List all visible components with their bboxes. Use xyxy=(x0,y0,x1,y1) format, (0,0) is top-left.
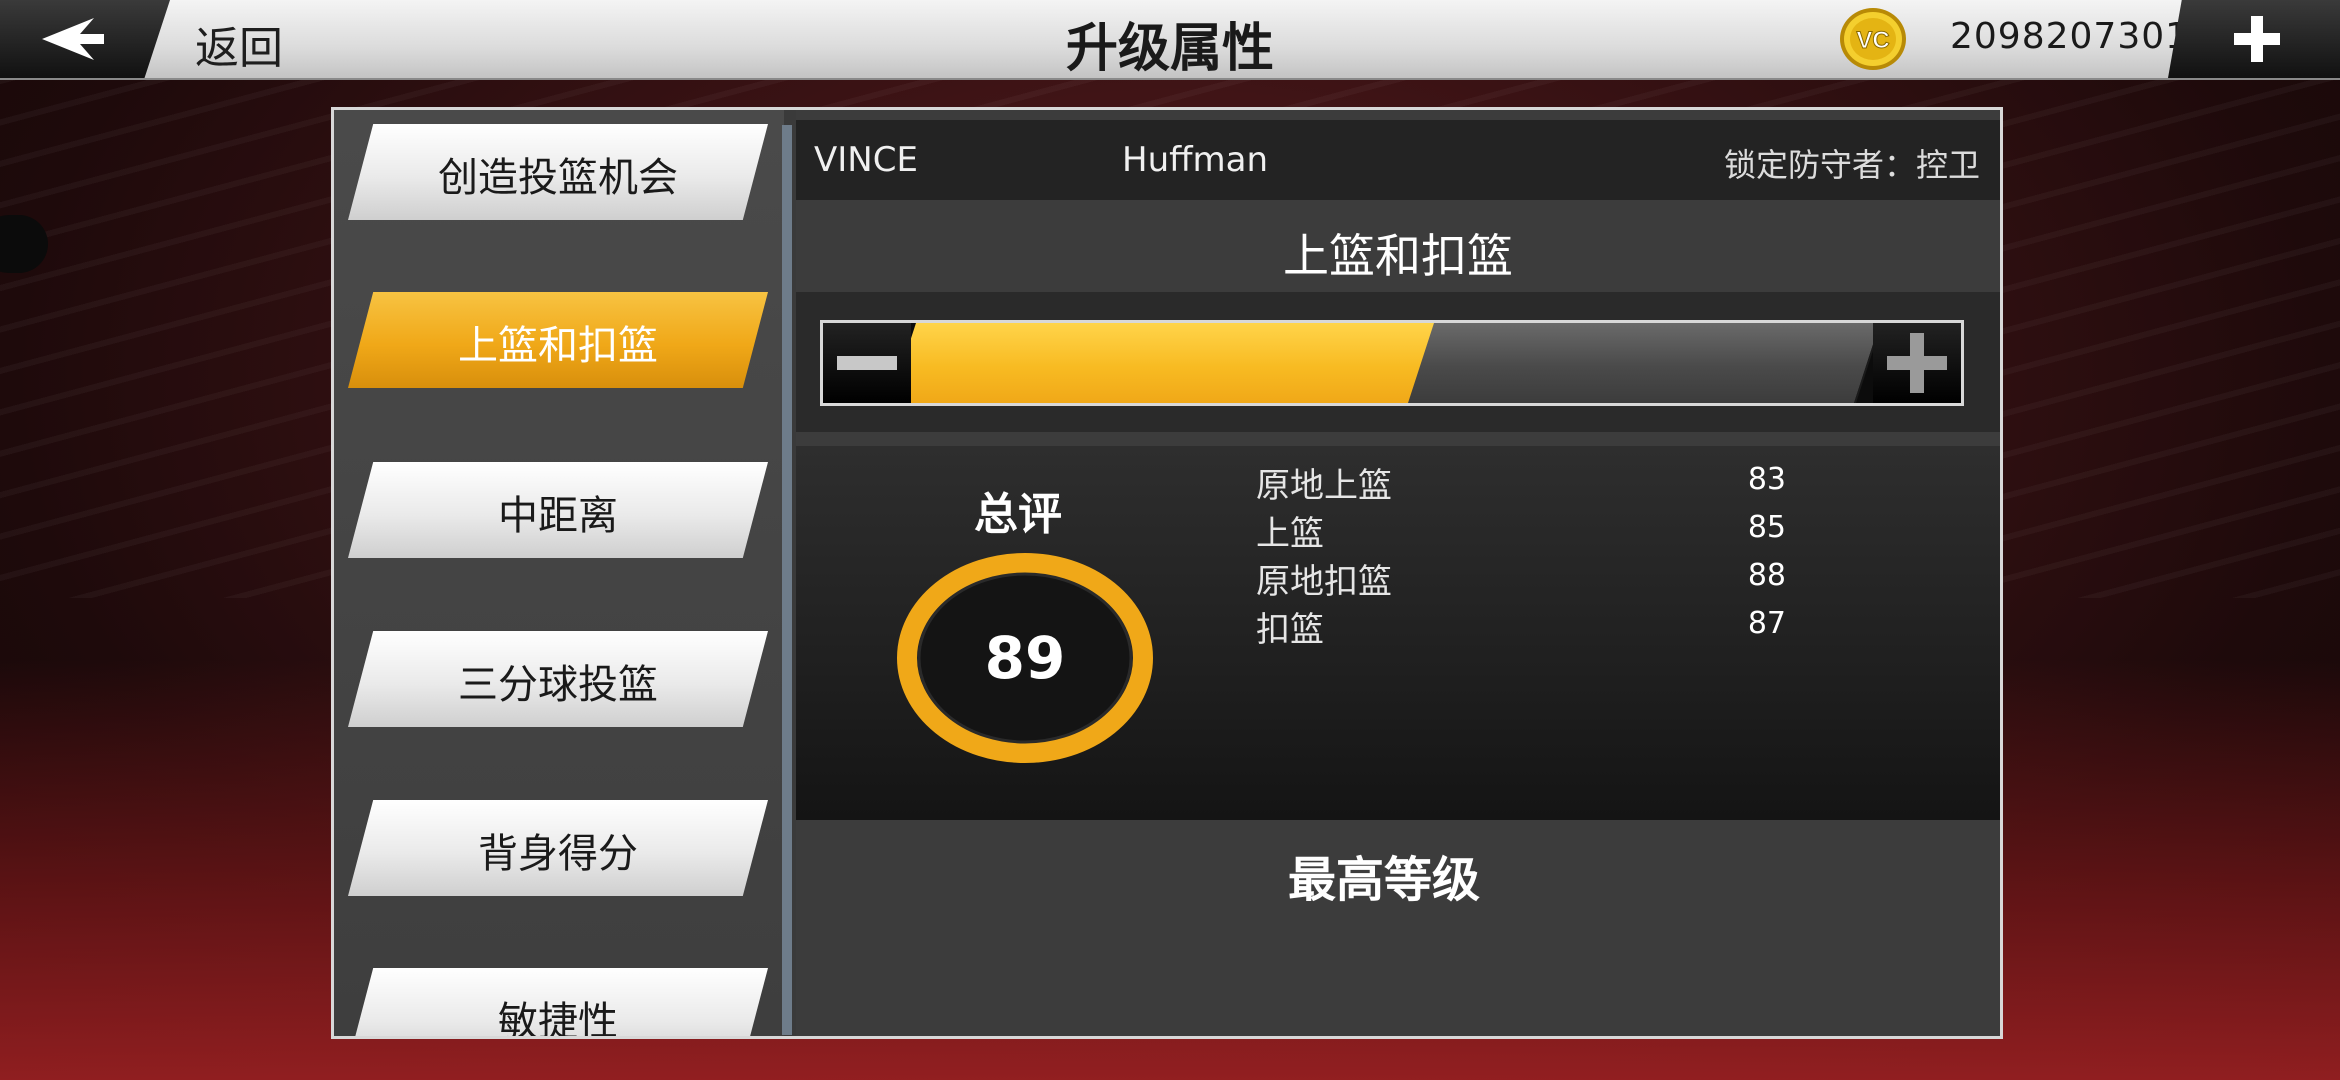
add-currency-button[interactable] xyxy=(2168,0,2340,78)
sidebar-item-label: 三分球投篮 xyxy=(458,662,658,708)
minus-icon xyxy=(837,356,897,370)
sidebar-item-create-shot[interactable]: 创造投篮机会 xyxy=(348,124,768,220)
stat-name: 上篮 xyxy=(1256,514,1324,554)
currency-balance: 2098207301 xyxy=(1950,16,2190,57)
category-title: 上篮和扣篮 xyxy=(1283,229,1513,283)
lock-defender-label: 锁定防守者：控卫 xyxy=(1723,146,1980,184)
sidebar-item-label: 中距离 xyxy=(498,493,618,539)
stat-name: 原地扣篮 xyxy=(1256,562,1392,602)
upgrade-progress-bar xyxy=(820,320,1964,406)
increase-button[interactable] xyxy=(1873,323,1961,403)
upgrade-panel: 创造投篮机会 上篮和扣篮 中距离 三分球投篮 背身得分 敏捷性 VINCE Hu… xyxy=(331,107,2003,1039)
stat-row: 扣篮 87 xyxy=(1256,602,1906,650)
stats-box: 总评 89 原地上篮 83 上篮 85 原地扣篮 88 扣篮 87 xyxy=(796,446,2000,820)
category-sidebar: 创造投篮机会 上篮和扣篮 中距离 三分球投篮 背身得分 敏捷性 xyxy=(334,110,784,1036)
sidebar-item-three-point[interactable]: 三分球投篮 xyxy=(348,631,768,727)
progress-segments xyxy=(911,323,1873,403)
player-last-name: Huffman xyxy=(1122,140,1269,180)
attribute-detail: VINCE Huffman 锁定防守者：控卫 上篮和扣篮 总评 89 原地上篮 … xyxy=(796,110,2000,1036)
top-bar: 返回 升级属性 VC 2098207301 xyxy=(0,0,2340,80)
sidebar-item-post-scoring[interactable]: 背身得分 xyxy=(348,800,768,896)
sidebar-item-label: 背身得分 xyxy=(478,831,638,877)
stat-value: 83 xyxy=(1747,462,1786,497)
stat-name: 原地上篮 xyxy=(1256,466,1392,506)
player-first-name: VINCE xyxy=(814,140,918,180)
sidebar-item-agility[interactable]: 敏捷性 xyxy=(348,968,768,1036)
stat-value: 85 xyxy=(1747,510,1786,545)
decrease-button[interactable] xyxy=(823,323,911,403)
player-name-row: VINCE Huffman 锁定防守者：控卫 xyxy=(796,120,2000,200)
vc-coin-label: VC xyxy=(1856,27,1889,54)
stat-row: 上篮 85 xyxy=(1256,506,1906,554)
stat-row: 原地上篮 83 xyxy=(1256,458,1906,506)
sidebar-item-label: 创造投篮机会 xyxy=(438,155,678,201)
sidebar-scrollbar[interactable] xyxy=(782,125,792,1035)
plus-icon xyxy=(1887,333,1947,393)
stat-value: 87 xyxy=(1747,606,1786,641)
plus-icon xyxy=(2234,16,2280,62)
overall-value: 89 xyxy=(984,624,1066,692)
max-level-label: 最高等级 xyxy=(1287,852,1480,908)
stat-row: 原地扣篮 88 xyxy=(1256,554,1906,602)
stat-name: 扣篮 xyxy=(1256,610,1324,650)
overall-label: 总评 xyxy=(974,489,1062,540)
sidebar-item-layup-dunk[interactable]: 上篮和扣篮 xyxy=(348,292,768,388)
stat-value: 88 xyxy=(1747,558,1786,593)
upgrade-bar-band xyxy=(796,292,2000,432)
vc-coin-icon: VC xyxy=(1840,8,1906,70)
sidebar-item-label: 敏捷性 xyxy=(498,999,618,1036)
sidebar-item-mid-range[interactable]: 中距离 xyxy=(348,462,768,558)
sidebar-item-label: 上篮和扣篮 xyxy=(458,323,658,369)
